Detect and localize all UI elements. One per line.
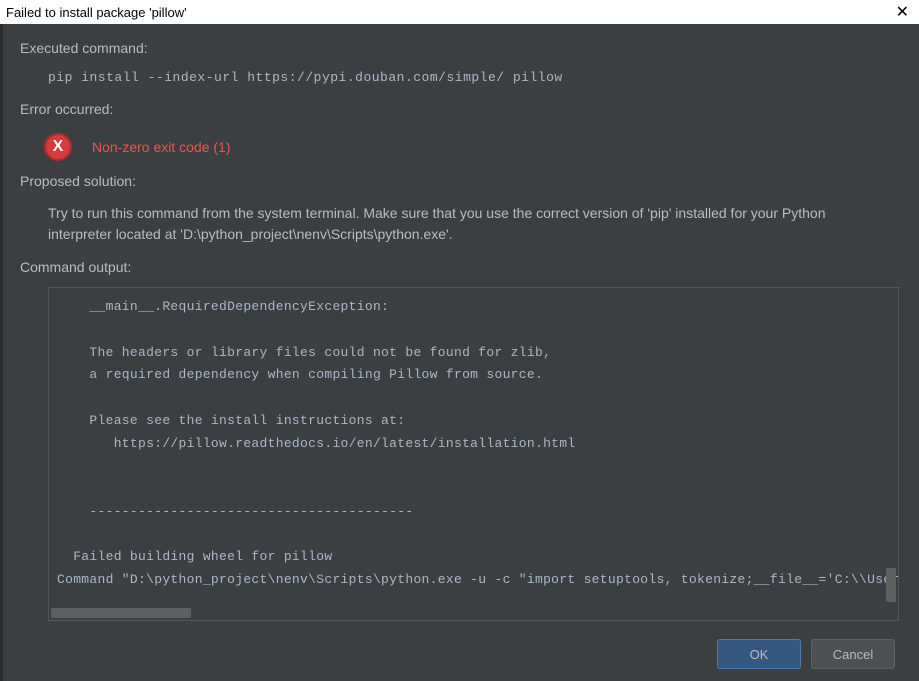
ok-button[interactable]: OK (717, 639, 801, 669)
command-output-box: __main__.RequiredDependencyException: Th… (48, 287, 899, 621)
error-message: Non-zero exit code (1) (92, 139, 231, 155)
error-icon-glyph: X (53, 138, 64, 156)
error-row: X Non-zero exit code (1) (20, 125, 899, 173)
dialog-title-bar: Failed to install package 'pillow' ✕ (0, 0, 919, 24)
vertical-scrollbar[interactable] (886, 568, 896, 602)
cancel-button[interactable]: Cancel (811, 639, 895, 669)
close-icon[interactable]: ✕ (892, 2, 913, 22)
proposed-solution-text: Try to run this command from the system … (20, 197, 899, 259)
executed-command-text: pip install --index-url https://pypi.dou… (20, 64, 899, 101)
horizontal-scrollbar[interactable] (51, 608, 191, 618)
left-edge-strip (0, 24, 3, 681)
error-occurred-label: Error occurred: (20, 101, 899, 117)
dialog-button-row: OK Cancel (20, 621, 899, 669)
command-output-text: __main__.RequiredDependencyException: Th… (49, 288, 898, 620)
dialog-body: Executed command: pip install --index-ur… (0, 24, 919, 681)
error-x-icon: X (44, 133, 72, 161)
executed-command-label: Executed command: (20, 40, 899, 56)
dialog-title: Failed to install package 'pillow' (6, 5, 187, 20)
proposed-solution-label: Proposed solution: (20, 173, 899, 189)
command-output-label: Command output: (20, 259, 899, 275)
